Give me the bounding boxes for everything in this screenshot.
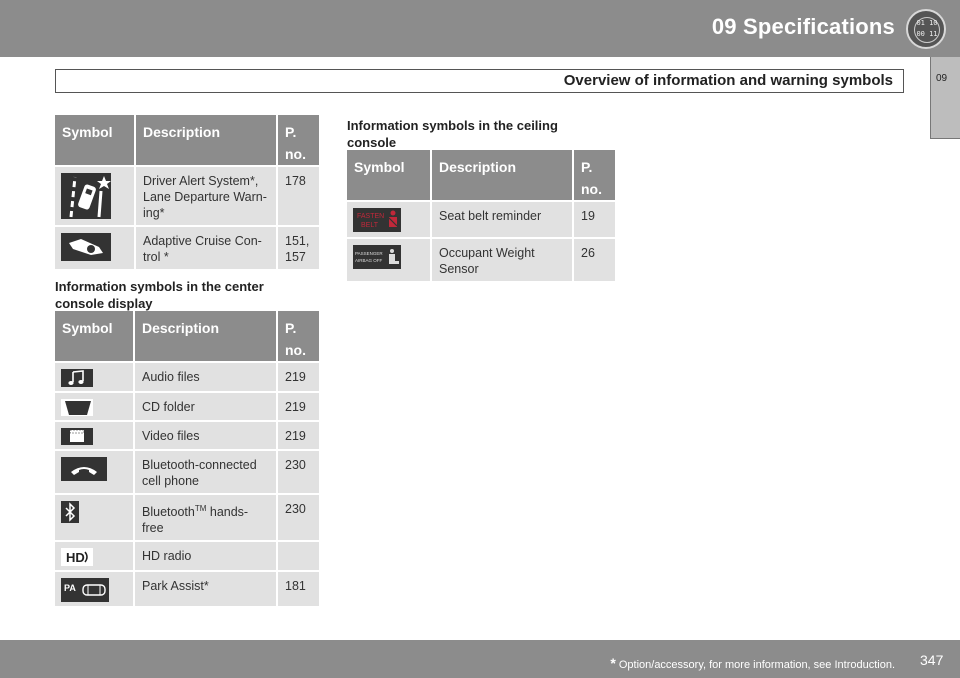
symbol-cell	[55, 449, 135, 493]
description-cell: BluetoothTM hands-free	[135, 493, 278, 541]
footer-note: * Option/accessory, for more information…	[610, 655, 895, 671]
trademark-sup: TM	[194, 504, 207, 513]
table-header-row: Symbol Description P. no.	[55, 311, 319, 361]
music-note-icon	[61, 369, 93, 387]
table-row: Video files 219	[55, 420, 319, 449]
svg-text:PA: PA	[64, 583, 76, 593]
col-description: Description	[432, 150, 574, 200]
svg-text:HD: HD	[66, 550, 85, 565]
col-symbol: Symbol	[55, 115, 136, 165]
page-cell: 181	[278, 570, 319, 607]
col-page: P. no.	[278, 311, 319, 361]
symbol-cell	[55, 361, 135, 391]
page-cell: 151, 157	[278, 225, 319, 269]
center-console-heading: Information symbols in the center consol…	[55, 279, 264, 311]
description-cell: CD folder	[135, 391, 278, 420]
col-page: P. no.	[574, 150, 615, 200]
park-assist-icon: PA	[61, 578, 109, 603]
side-tab-label: 09	[936, 73, 948, 84]
description-cell: Audio files	[135, 361, 278, 391]
description-cell: Driver Alert System*, Lane Departure War…	[136, 165, 278, 225]
page-cell: 230	[278, 449, 319, 493]
symbol-cell	[55, 225, 136, 269]
chapter-header-bar: 09 Specifications 01 10 00 11	[0, 0, 960, 57]
table-row: Driver Alert System*, Lane Departure War…	[55, 165, 319, 225]
table-row: Bluetooth-connected cell phone 230	[55, 449, 319, 493]
center-console-table: Symbol Description P. no. Audio files 21…	[55, 311, 319, 607]
symbol-cell: PA	[55, 570, 135, 607]
chapter-binary-icon: 01 10 00 11	[906, 9, 946, 49]
section-header: Overview of information and warning symb…	[55, 69, 904, 93]
col-page: P. no.	[278, 115, 319, 165]
table-row: CD folder 219	[55, 391, 319, 420]
page-cell: 26	[574, 237, 615, 281]
ceiling-console-table: Symbol Description P. no. FASTEN BELT Se…	[347, 150, 615, 281]
chapter-side-tab: 09	[930, 57, 960, 139]
symbol-cell: FASTEN BELT	[347, 200, 432, 237]
passenger-airbag-off-icon: PASSENGER AIRBAG OFF	[353, 245, 401, 269]
svg-text:BELT: BELT	[361, 222, 379, 229]
symbol-cell	[55, 493, 135, 541]
page-cell: 19	[574, 200, 615, 237]
ceiling-console-heading: Information symbols in the ceiling conso…	[347, 118, 558, 150]
chapter-icon-text: 01 10 00 11	[914, 17, 940, 43]
footer-bar: * Option/accessory, for more information…	[0, 640, 960, 678]
table-row: HD HD radio	[55, 540, 319, 571]
lane-departure-icon	[61, 173, 111, 219]
page-number: 347	[920, 652, 944, 668]
section-title: Overview of information and warning symb…	[563, 72, 893, 89]
chapter-title: 09 Specifications	[711, 14, 895, 39]
hd-radio-icon: HD	[61, 548, 93, 567]
table-header-row: Symbol Description P. no.	[55, 115, 319, 165]
page-cell: 219	[278, 420, 319, 449]
table-row: FASTEN BELT Seat belt reminder 19	[347, 200, 615, 237]
phone-handset-icon	[61, 457, 107, 481]
col-description: Description	[136, 115, 278, 165]
page-cell: 178	[278, 165, 319, 225]
table-row: Adaptive Cruise Con-trol * 151, 157	[55, 225, 319, 269]
page-cell	[278, 540, 319, 571]
clapperboard-icon	[61, 428, 93, 445]
description-cell: Bluetooth-connected cell phone	[135, 449, 278, 493]
symbol-cell	[55, 391, 135, 420]
description-cell: Seat belt reminder	[432, 200, 574, 237]
svg-text:FASTEN: FASTEN	[357, 213, 384, 220]
footer-note-text: Option/accessory, for more information, …	[615, 659, 895, 671]
cd-folder-icon	[61, 399, 93, 416]
symbols-table-top: Symbol Description P. no. Driver Alert S…	[55, 115, 319, 269]
adaptive-cruise-icon	[61, 233, 111, 261]
svg-text:PASSENGER: PASSENGER	[355, 251, 383, 256]
table-row: PA Park Assist* 181	[55, 570, 319, 607]
bluetooth-icon	[61, 501, 79, 523]
page-cell: 219	[278, 391, 319, 420]
description-cell: HD radio	[135, 540, 278, 571]
col-description: Description	[135, 311, 278, 361]
page-cell: 219	[278, 361, 319, 391]
bluetooth-label: Bluetooth	[142, 505, 195, 520]
table-row: PASSENGER AIRBAG OFF Occupant Weight Sen…	[347, 237, 615, 281]
col-symbol: Symbol	[55, 311, 135, 361]
page-cell: 230	[278, 493, 319, 541]
col-symbol: Symbol	[347, 150, 432, 200]
symbol-cell: PASSENGER AIRBAG OFF	[347, 237, 432, 281]
description-cell: Video files	[135, 420, 278, 449]
description-cell: Occupant Weight Sensor	[432, 237, 574, 281]
symbol-cell	[55, 165, 136, 225]
description-cell: Park Assist*	[135, 570, 278, 607]
symbol-cell: HD	[55, 540, 135, 571]
description-cell: Adaptive Cruise Con-trol *	[136, 225, 278, 269]
svg-text:AIRBAG OFF: AIRBAG OFF	[355, 258, 383, 263]
table-header-row: Symbol Description P. no.	[347, 150, 615, 200]
symbol-cell	[55, 420, 135, 449]
table-row: Audio files 219	[55, 361, 319, 391]
fasten-belt-icon: FASTEN BELT	[353, 208, 401, 232]
table-row: BluetoothTM hands-free 230	[55, 493, 319, 541]
